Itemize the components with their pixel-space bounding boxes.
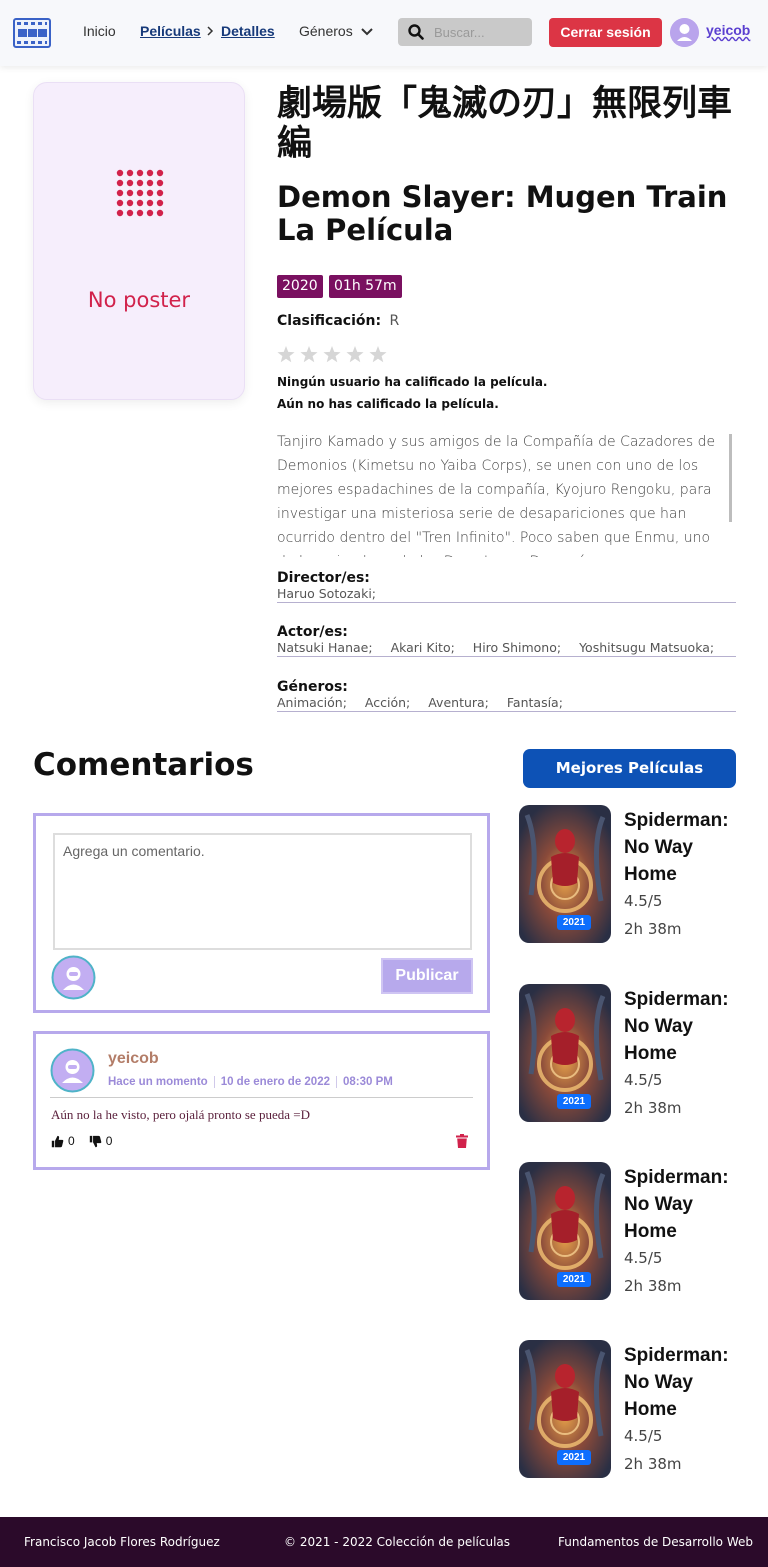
- trash-icon[interactable]: [456, 1134, 468, 1148]
- navbar: Inicio Películas Detalles Géneros Cerrar…: [0, 0, 768, 66]
- movie-original-title: 劇場版「鬼滅の刃」無限列車編: [277, 84, 733, 164]
- star-icon: [300, 346, 318, 363]
- movie-rating: 4.5/5: [624, 1427, 663, 1445]
- username-link[interactable]: yeicob: [706, 22, 750, 38]
- classification-label: Clasificación:: [277, 313, 382, 329]
- star-rating[interactable]: [277, 345, 389, 365]
- comment-time: 08:30 PM: [343, 1076, 393, 1089]
- directors-label: Director/es:: [277, 570, 370, 586]
- movie-rating: 4.5/5: [624, 1071, 663, 1089]
- publish-button[interactable]: Publicar: [381, 958, 473, 994]
- genres-section: Géneros: Animación; Acción; Aventura; Fa…: [277, 679, 736, 712]
- thumbs-up-icon[interactable]: [51, 1135, 64, 1148]
- likes-count: 0: [68, 1134, 75, 1148]
- movie-rating: 4.5/5: [624, 1249, 663, 1267]
- divider: [50, 1097, 473, 1098]
- no-image-icon: [116, 169, 164, 217]
- star-icon: [323, 346, 341, 363]
- search-icon[interactable]: [408, 24, 424, 40]
- comments-title: Comentarios: [33, 747, 254, 783]
- movie-year-badge: 2021: [557, 1094, 591, 1109]
- movie-duration: 2h 38m: [624, 1099, 682, 1117]
- movie-rating: 4.5/5: [624, 892, 663, 910]
- movie-spanish-title: Demon Slayer: Mugen Train La Película: [277, 180, 728, 247]
- footer-course: Fundamentos de Desarrollo Web: [558, 1535, 753, 1549]
- movie-year-badge: 2021: [557, 1272, 591, 1287]
- actor-item: Natsuki Hanae;: [277, 640, 373, 655]
- top-movie-card[interactable]: 2021 Spiderman: No Way Home 4.5/5 2h 38m: [519, 984, 749, 1124]
- movie-title[interactable]: Spiderman: No Way Home: [624, 807, 744, 888]
- footer: Francisco Jacob Flores Rodríguez © 2021 …: [0, 1517, 768, 1567]
- movie-duration: 2h 38m: [624, 1277, 682, 1295]
- star-icon: [346, 346, 364, 363]
- comment-form: Publicar: [33, 813, 490, 1013]
- director-item: Haruo Sotozaki;: [277, 586, 377, 601]
- comment-card: yeicob Hace un momento 10 de enero de 202…: [33, 1031, 490, 1170]
- genres-label: Géneros:: [277, 679, 348, 695]
- movie-duration: 2h 38m: [624, 920, 682, 938]
- user-avatar-icon[interactable]: [670, 18, 699, 47]
- genre-item: Aventura;: [428, 695, 489, 710]
- film-logo-icon[interactable]: [13, 18, 51, 48]
- users-rating-note: Ningún usuario ha calificado la película…: [277, 375, 548, 389]
- thumbs-down-icon[interactable]: [89, 1135, 102, 1148]
- directors-section: Director/es: Haruo Sotozaki;: [277, 570, 736, 603]
- movie-year-badge: 2021: [557, 915, 591, 930]
- user-avatar-icon: [51, 955, 96, 1000]
- footer-author: Francisco Jacob Flores Rodríguez: [24, 1535, 220, 1549]
- star-icon: [277, 346, 295, 363]
- breadcrumb-detalles[interactable]: Detalles: [221, 23, 275, 39]
- actor-item: Hiro Shimono;: [472, 640, 562, 655]
- genre-item: Animación;: [277, 695, 347, 710]
- genres-dropdown[interactable]: Géneros: [299, 23, 353, 39]
- comment-text: Aún no la he visto, pero ojalá pronto se…: [51, 1107, 310, 1122]
- movie-title[interactable]: Spiderman: No Way Home: [624, 986, 744, 1067]
- movie-title[interactable]: Spiderman: No Way Home: [624, 1342, 744, 1423]
- classification-value: R: [389, 313, 400, 329]
- year-badge: 2020: [277, 275, 323, 298]
- classification: Clasificación: R: [277, 313, 399, 329]
- movie-poster-placeholder: No poster: [33, 82, 245, 400]
- genres-list: Animación; Acción; Aventura; Fantasía;: [277, 695, 736, 711]
- movie-title[interactable]: Spiderman: No Way Home: [624, 1164, 744, 1245]
- star-icon: [369, 346, 387, 363]
- duration-badge: 01h 57m: [329, 275, 402, 298]
- search-box: [398, 18, 532, 46]
- top-movie-card[interactable]: 2021 Spiderman: No Way Home 4.5/5 2h 38m: [519, 1340, 749, 1480]
- breadcrumb-peliculas[interactable]: Películas: [140, 23, 201, 39]
- movie-duration: 2h 38m: [624, 1455, 682, 1473]
- top-movie-card[interactable]: 2021 Spiderman: No Way Home 4.5/5 2h 38m: [519, 805, 749, 945]
- comment-input[interactable]: [53, 833, 472, 950]
- top-movie-card[interactable]: 2021 Spiderman: No Way Home 4.5/5 2h 38m: [519, 1162, 749, 1302]
- dislikes-count: 0: [105, 1134, 113, 1148]
- movie-year-badge: 2021: [557, 1450, 591, 1465]
- chevron-right-icon: [207, 26, 214, 36]
- actors-section: Actor/es: Natsuki Hanae; Akari Kito; Hir…: [277, 624, 736, 657]
- actors-label: Actor/es:: [277, 624, 348, 640]
- genre-item: Acción;: [364, 695, 411, 710]
- comment-author[interactable]: yeicob: [108, 1050, 159, 1068]
- actor-item: Akari Kito;: [390, 640, 455, 655]
- comment-reactions: 0 0: [51, 1134, 126, 1148]
- genre-item: Fantasía;: [506, 695, 563, 710]
- best-movies-button[interactable]: Mejores Películas: [523, 749, 736, 788]
- actor-item: Yoshitsugu Matsuoka;: [579, 640, 715, 655]
- user-avatar-icon: [50, 1048, 95, 1093]
- footer-copyright: © 2021 - 2022 Colección de películas: [284, 1535, 511, 1549]
- synopsis-scrollbar[interactable]: [729, 434, 732, 522]
- directors-list: Haruo Sotozaki;: [277, 586, 736, 602]
- search-input[interactable]: [434, 21, 526, 43]
- chevron-down-icon[interactable]: [360, 26, 374, 38]
- comment-meta: Hace un momento 10 de enero de 2022 08:30 …: [108, 1076, 393, 1088]
- own-rating-note: Aún no has calificado la película.: [277, 397, 499, 411]
- comment-date: 10 de enero de 2022: [220, 1076, 330, 1089]
- actors-list: Natsuki Hanae; Akari Kito; Hiro Shimono;…: [277, 640, 736, 656]
- synopsis: Tanjiro Kamado y sus amigos de la Compañ…: [277, 434, 716, 557]
- logout-button[interactable]: Cerrar sesión: [549, 18, 662, 47]
- comment-relative-time: Hace un momento: [108, 1076, 208, 1089]
- nav-home-link[interactable]: Inicio: [83, 23, 116, 39]
- no-poster-label: No poster: [87, 288, 191, 312]
